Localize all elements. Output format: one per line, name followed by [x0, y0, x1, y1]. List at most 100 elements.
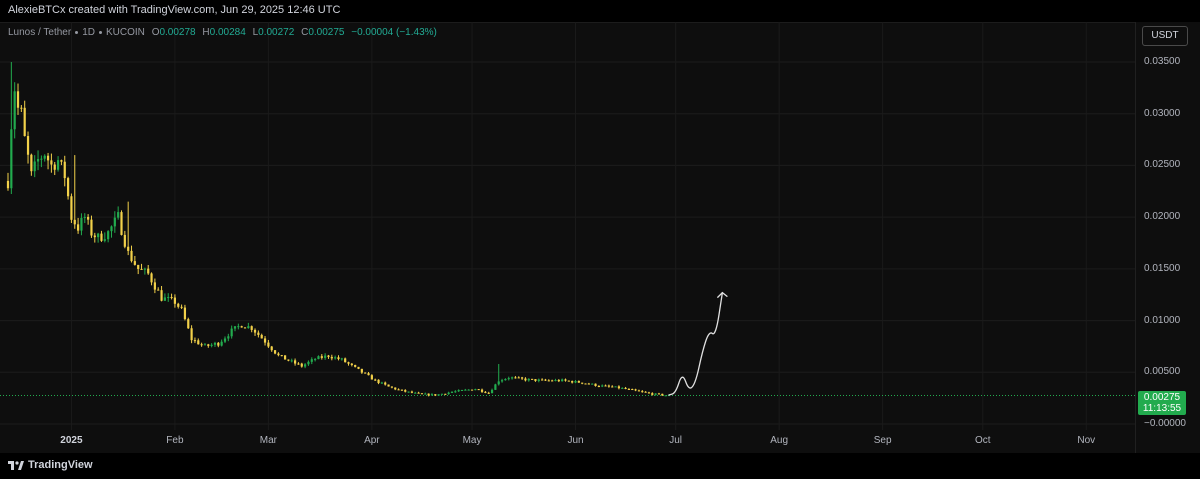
- separator-dot: [99, 30, 102, 34]
- high-label: H: [202, 27, 210, 38]
- candle-body: [87, 216, 90, 220]
- candle-body: [167, 297, 170, 299]
- candle-body: [10, 129, 13, 189]
- exchange: KUCOIN: [106, 27, 145, 38]
- candle-body: [330, 356, 333, 359]
- candle-body: [70, 196, 73, 220]
- candle-body: [487, 392, 490, 394]
- candle-body: [193, 340, 197, 342]
- chart-grid: [0, 22, 1135, 430]
- symbol-legend[interactable]: Lunos / Tether 1D KUCOIN O0.00278 H0.00284…: [8, 27, 437, 38]
- candle-body: [444, 393, 447, 395]
- price-scale[interactable]: [1135, 22, 1200, 453]
- candle-body: [183, 307, 187, 320]
- candle-body: [617, 386, 621, 389]
- price-chart[interactable]: [0, 22, 1135, 453]
- x-tick-label: Jun: [567, 435, 584, 446]
- candle-body: [571, 381, 574, 383]
- x-tick-label: Apr: [364, 435, 380, 446]
- candle-body: [310, 359, 313, 362]
- candle-body: [350, 363, 353, 365]
- candle-body: [641, 391, 644, 393]
- candle-body: [147, 268, 150, 274]
- candle-body: [397, 389, 400, 391]
- candle-body: [113, 217, 116, 227]
- candle-body: [647, 392, 651, 394]
- candle-body: [90, 219, 93, 236]
- candle-body: [187, 319, 190, 329]
- candle-body: [577, 380, 580, 383]
- candle-body: [554, 380, 557, 382]
- tradingview-brand[interactable]: TradingView: [8, 459, 93, 471]
- candle-body: [297, 363, 300, 365]
- candle-body: [360, 368, 363, 373]
- interval[interactable]: 1D: [82, 27, 95, 38]
- currency-button[interactable]: USDT: [1142, 26, 1188, 46]
- candle-body: [370, 375, 373, 380]
- candle-body: [380, 382, 383, 384]
- candle-body: [497, 381, 500, 385]
- candle-body: [267, 342, 270, 347]
- low-value: 0.00272: [258, 27, 295, 38]
- x-tick-label: Nov: [1077, 435, 1096, 446]
- candle-body: [557, 380, 560, 382]
- candle-body: [424, 393, 427, 395]
- candle-body: [260, 334, 263, 339]
- candle-body: [561, 379, 564, 382]
- candle-body: [73, 219, 76, 225]
- candle-body: [160, 290, 163, 301]
- projection-path: [668, 291, 724, 396]
- candle-body: [637, 390, 641, 392]
- candle-body: [534, 379, 537, 381]
- candle-body: [347, 362, 350, 364]
- candle-body: [40, 158, 43, 160]
- candle-body: [257, 332, 260, 335]
- candle-body: [597, 385, 600, 387]
- candle-body: [240, 326, 243, 328]
- last-price: 0.00275: [1143, 392, 1181, 403]
- candle-body: [624, 387, 627, 389]
- candle-body: [16, 91, 20, 108]
- candle-body: [614, 386, 617, 388]
- candle-body: [541, 379, 544, 381]
- candle-body: [394, 387, 397, 390]
- candle-body: [631, 389, 634, 391]
- candle-body: [661, 393, 664, 396]
- chart-credit: AlexieBTCx created with TradingView.com,…: [8, 4, 341, 16]
- y-tick-label: 0.01500: [1144, 262, 1181, 274]
- candle-body: [657, 393, 661, 395]
- candle-body: [100, 233, 103, 241]
- candle-body: [367, 373, 370, 376]
- candle-body: [344, 358, 347, 363]
- candle-body: [490, 389, 494, 394]
- candle-body: [494, 384, 497, 390]
- x-tick-label: Sep: [873, 435, 892, 446]
- candle-body: [30, 154, 33, 172]
- candle-body: [477, 389, 480, 391]
- candle-body: [170, 297, 173, 299]
- candle-body: [283, 355, 287, 360]
- symbol-name[interactable]: Lunos / Tether: [8, 27, 71, 38]
- candle-body: [517, 377, 520, 379]
- candle-body: [120, 212, 123, 235]
- candle-body: [504, 378, 507, 381]
- candle-body: [56, 160, 60, 170]
- candle-body: [133, 261, 136, 265]
- candle-body: [387, 384, 390, 387]
- candle-body: [364, 372, 367, 374]
- x-tick-label: 2025: [60, 435, 83, 446]
- candle-body: [83, 216, 86, 218]
- candle-body: [26, 136, 30, 155]
- candle-body: [33, 161, 36, 172]
- candle-body: [107, 231, 110, 240]
- candle-body: [263, 338, 267, 343]
- candle-body: [150, 273, 153, 283]
- candle-body: [110, 226, 113, 232]
- candle-body: [153, 282, 156, 290]
- brand-name: TradingView: [28, 459, 93, 471]
- candle-body: [43, 155, 46, 159]
- candle-body: [280, 355, 283, 357]
- y-tick-label: −0.00000: [1144, 418, 1186, 429]
- x-tick-label: Aug: [770, 435, 789, 446]
- candle-body: [143, 268, 146, 270]
